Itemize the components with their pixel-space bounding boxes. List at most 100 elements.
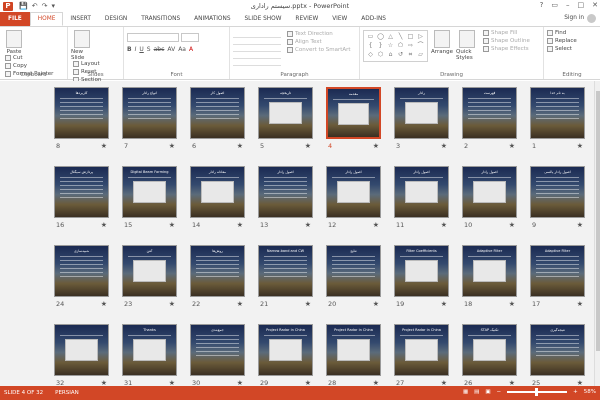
sign-in-link[interactable]: Sign in xyxy=(564,15,584,21)
shape-item[interactable]: ⌒ xyxy=(416,42,425,50)
change-case-button[interactable]: Aa xyxy=(178,46,186,53)
animation-star-icon[interactable]: ★ xyxy=(509,300,515,308)
slide-preview[interactable]: انواع رادار xyxy=(122,87,177,139)
slide-preview[interactable]: روش‌ها xyxy=(190,245,245,297)
slide-preview[interactable]: Project Radar in China xyxy=(258,324,313,376)
shape-item[interactable]: ⇨ xyxy=(406,42,415,50)
animation-star-icon[interactable]: ★ xyxy=(305,221,311,229)
animation-star-icon[interactable]: ★ xyxy=(577,142,583,150)
slide-preview[interactable]: شبیه‌سازی xyxy=(54,245,109,297)
new-slide-button[interactable]: New Slide xyxy=(71,30,93,61)
ribbon-display-icon[interactable]: ▭ xyxy=(551,1,558,9)
tab-home[interactable]: HOME xyxy=(29,12,64,26)
slide-preview[interactable]: Digital Beam Forming xyxy=(122,166,177,218)
slide-thumbnail[interactable]: اصول کار ★ 6 xyxy=(190,87,245,150)
animation-star-icon[interactable]: ★ xyxy=(509,221,515,229)
select-button[interactable]: Select xyxy=(547,46,577,52)
tab-transitions[interactable]: TRANSITIONS xyxy=(134,12,187,26)
slide-thumbnail[interactable]: اصول رادار ★ 13 xyxy=(258,166,313,229)
convert-smartart-button[interactable]: Convert to SmartArt xyxy=(287,47,351,53)
underline-button[interactable]: U xyxy=(139,46,143,53)
slide-thumbnail[interactable]: نتایج ★ 20 xyxy=(326,245,381,308)
tab-design[interactable]: DESIGN xyxy=(98,12,134,26)
shape-item[interactable]: ↺ xyxy=(396,51,405,59)
copy-button[interactable]: Copy xyxy=(5,63,53,69)
slide-thumbnail[interactable]: جمع‌بندی ★ 30 xyxy=(190,324,245,387)
slide-thumbnail[interactable]: اصول رادار ★ 10 xyxy=(462,166,517,229)
slide-thumbnail[interactable]: رادار ★ 3 xyxy=(394,87,449,150)
slide-sorter-view-icon[interactable]: ▤ xyxy=(474,389,479,395)
shape-item[interactable]: ⬠ xyxy=(396,42,405,50)
slide-thumbnail[interactable]: Thanks ★ 31 xyxy=(122,324,177,387)
replace-button[interactable]: Replace xyxy=(547,38,577,44)
slide-preview[interactable] xyxy=(54,324,109,376)
slide-thumbnail[interactable]: نتیجه‌گیری ★ 25 xyxy=(530,324,585,387)
shadow-button[interactable]: S xyxy=(147,46,151,53)
normal-view-icon[interactable]: ▦ xyxy=(463,389,468,395)
paragraph-format-buttons[interactable] xyxy=(233,31,281,69)
shape-item[interactable]: ◯ xyxy=(376,33,385,41)
animation-star-icon[interactable]: ★ xyxy=(577,300,583,308)
slide-thumbnail[interactable]: اصول رادار پالسی ★ 9 xyxy=(530,166,585,229)
slide-preview[interactable]: Narrow-band and CW xyxy=(258,245,313,297)
close-icon[interactable]: ✕ xyxy=(592,1,598,9)
slide-thumbnail[interactable]: Filter Coefficients ★ 19 xyxy=(394,245,449,308)
animation-star-icon[interactable]: ★ xyxy=(373,300,379,308)
cut-button[interactable]: Cut xyxy=(5,55,53,61)
zoom-level[interactable]: 58% xyxy=(584,389,596,395)
shape-item[interactable]: ⬡ xyxy=(376,51,385,59)
font-color-button[interactable]: A xyxy=(189,46,193,53)
slide-preview[interactable]: اصول رادار xyxy=(258,166,313,218)
animation-star-icon[interactable]: ★ xyxy=(509,142,515,150)
animation-star-icon[interactable]: ★ xyxy=(101,142,107,150)
undo-icon[interactable]: ↶ xyxy=(32,2,38,10)
animation-star-icon[interactable]: ★ xyxy=(169,142,175,150)
slide-preview[interactable]: معادله رادار xyxy=(190,166,245,218)
shape-item[interactable]: ╲ xyxy=(396,33,405,41)
slide-thumbnail[interactable]: فهرست ★ 2 xyxy=(462,87,517,150)
minimize-icon[interactable]: – xyxy=(566,1,570,9)
slide-preview[interactable]: تکنیک STAP xyxy=(462,324,517,376)
arrange-button[interactable]: Arrange xyxy=(431,30,453,62)
tab-add-ins[interactable]: ADD-INS xyxy=(354,12,393,26)
language-indicator[interactable]: PERSIAN xyxy=(55,390,79,396)
shapes-gallery[interactable]: ▭ ◯ △ ╲ □ ▷ {} ☆ ⬠ ⇨ ⌒ ◇ ⬡ ⌂ ↺ ⌗ ▱ xyxy=(363,30,428,62)
slide-preview[interactable]: اصول رادار xyxy=(394,166,449,218)
tab-slide-show[interactable]: SLIDE SHOW xyxy=(238,12,289,26)
save-icon[interactable]: 💾 xyxy=(19,2,28,10)
slide-preview[interactable]: Thanks xyxy=(122,324,177,376)
slide-thumbnail[interactable]: معادله رادار ★ 14 xyxy=(190,166,245,229)
font-size-combo[interactable] xyxy=(181,33,199,42)
char-spacing-button[interactable]: AV xyxy=(167,46,175,53)
bold-button[interactable]: B xyxy=(127,46,132,53)
shape-item[interactable]: ☆ xyxy=(386,42,395,50)
find-button[interactable]: Find xyxy=(547,30,577,36)
animation-star-icon[interactable]: ★ xyxy=(305,142,311,150)
shape-item[interactable]: ⌗ xyxy=(406,51,415,59)
help-icon[interactable]: ? xyxy=(540,1,544,9)
slide-thumbnail[interactable]: پردازش سیگنال ★ 16 xyxy=(54,166,109,229)
quick-styles-button[interactable]: Quick Styles xyxy=(456,30,478,62)
zoom-slider-knob[interactable] xyxy=(535,388,539,396)
slide-preview[interactable]: رادار xyxy=(394,87,449,139)
slide-thumbnail[interactable]: اصول رادار ★ 12 xyxy=(326,166,381,229)
animation-star-icon[interactable]: ★ xyxy=(305,300,311,308)
slide-thumbnail[interactable]: آنتن ★ 23 xyxy=(122,245,177,308)
shape-item[interactable]: ⌂ xyxy=(386,51,395,59)
scrollbar-thumb[interactable] xyxy=(596,91,600,351)
slide-thumbnail[interactable]: تاریخچه ★ 5 xyxy=(258,87,313,150)
shape-item[interactable]: ◇ xyxy=(366,51,375,59)
zoom-slider[interactable] xyxy=(507,388,568,396)
slide-thumbnail[interactable]: Narrow-band and CW ★ 21 xyxy=(258,245,313,308)
animation-star-icon[interactable]: ★ xyxy=(169,221,175,229)
animation-star-icon[interactable]: ★ xyxy=(237,221,243,229)
layout-button[interactable]: Layout xyxy=(73,61,101,67)
slide-preview[interactable]: Project Radar in China xyxy=(394,324,449,376)
italic-button[interactable]: I xyxy=(135,46,137,53)
tab-insert[interactable]: INSERT xyxy=(63,12,98,26)
slide-thumbnail[interactable]: به نام خدا ★ 1 xyxy=(530,87,585,150)
animation-star-icon[interactable]: ★ xyxy=(101,221,107,229)
slide-thumbnail[interactable]: شبیه‌سازی ★ 24 xyxy=(54,245,109,308)
shape-outline-button[interactable]: Shape Outline xyxy=(483,38,530,44)
shape-fill-button[interactable]: Shape Fill xyxy=(483,30,530,36)
